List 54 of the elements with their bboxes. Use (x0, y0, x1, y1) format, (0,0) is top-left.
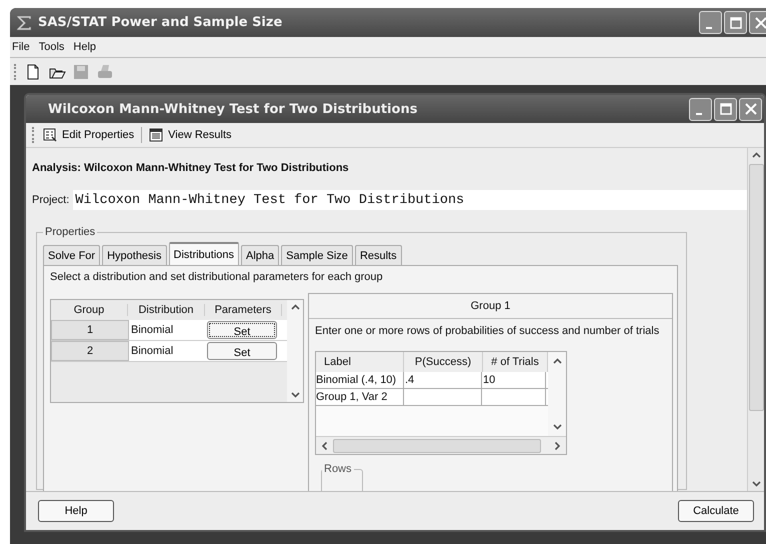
panel-title: Group 1 (309, 294, 672, 319)
close-button[interactable] (739, 98, 762, 120)
toolbar-button[interactable]: Edit Properties (40, 126, 138, 144)
app-logo-icon (16, 14, 34, 30)
tab[interactable]: Results (354, 245, 402, 265)
instruction-text: Enter one or more rows of probabilities of success and number of trials (315, 325, 660, 339)
minimize-button[interactable] (689, 98, 712, 120)
menu-item[interactable]: Help (73, 41, 96, 53)
scrollbar[interactable] (316, 436, 566, 454)
tab[interactable]: Distributions (168, 242, 240, 265)
scrollbar[interactable] (747, 148, 764, 491)
row-header[interactable]: 2 (51, 341, 129, 361)
tab[interactable]: Sample Size (281, 245, 353, 265)
table-cell[interactable]: .4 (404, 372, 482, 388)
set-button[interactable]: Set (207, 342, 277, 360)
table-cell[interactable]: Binomial (.4, 10) (316, 372, 404, 388)
scrollbar[interactable] (287, 300, 303, 402)
close-button[interactable] (749, 11, 766, 34)
form-edit-icon (43, 128, 57, 142)
column-header[interactable]: Group (51, 304, 128, 316)
tab[interactable]: Hypothesis (102, 245, 166, 265)
table-cell[interactable]: Binomial (129, 341, 205, 361)
minimize-icon (696, 113, 702, 115)
column-header[interactable]: Distribution (128, 304, 205, 316)
project-field[interactable]: Wilcoxon Mann-Whitney Test for Two Distributions (73, 190, 747, 210)
column-header[interactable]: Parameters (205, 304, 282, 316)
maximize-button[interactable] (724, 11, 747, 34)
table-cell[interactable]: Binomial (129, 320, 205, 340)
project-label: Project: (32, 194, 70, 206)
table-cell[interactable]: 10 (482, 372, 546, 388)
close-icon (744, 103, 756, 115)
toolbar-button[interactable]: View Results (146, 126, 235, 144)
window-title: SAS/STAT Power and Sample Size (38, 15, 284, 30)
window-title: Wilcoxon Mann-Whitney Test for Two Distributions (48, 102, 418, 116)
maximize-button[interactable] (714, 98, 737, 120)
close-icon (754, 16, 766, 28)
maximize-icon (730, 16, 742, 28)
scrollbar[interactable] (548, 352, 566, 436)
table-window-icon (149, 128, 164, 142)
group-legend: Rows (322, 463, 354, 475)
calculate-button[interactable]: Calculate (678, 500, 754, 522)
maximize-icon (720, 103, 732, 115)
tab[interactable]: Solve For (43, 245, 100, 265)
group-legend: Properties (43, 226, 98, 238)
help-button[interactable]: Help (38, 500, 114, 522)
minimize-icon (706, 26, 712, 28)
row-header[interactable]: 1 (51, 320, 129, 340)
instruction-text: Select a distribution and set distributional parameters for each group (50, 271, 384, 285)
tab[interactable]: Alpha (241, 245, 280, 265)
set-button[interactable]: Set (207, 321, 277, 339)
menu-item[interactable]: Tools (38, 41, 64, 53)
minimize-button[interactable] (699, 11, 722, 34)
menu-item[interactable]: File (12, 41, 30, 53)
analysis-heading: Analysis: Wilcoxon Mann-Whitney Test for Two Distributions (32, 162, 350, 176)
